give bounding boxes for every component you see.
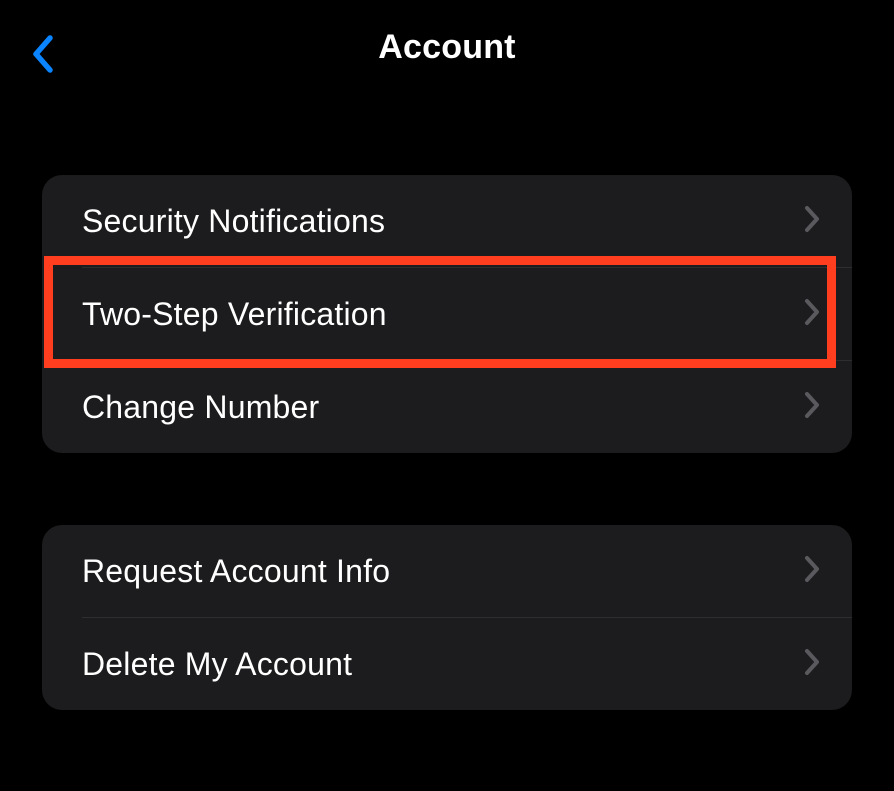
settings-section-2: Request Account Info Delete My Account: [42, 525, 852, 710]
chevron-right-icon: [804, 391, 820, 424]
row-label: Delete My Account: [82, 646, 352, 683]
chevron-left-icon: [30, 34, 54, 79]
chevron-right-icon: [804, 298, 820, 331]
row-delete-my-account[interactable]: Delete My Account: [42, 618, 852, 710]
row-change-number[interactable]: Change Number: [42, 361, 852, 453]
chevron-right-icon: [804, 555, 820, 588]
chevron-right-icon: [804, 205, 820, 238]
row-two-step-verification[interactable]: Two-Step Verification: [42, 268, 852, 360]
chevron-right-icon: [804, 648, 820, 681]
row-label: Security Notifications: [82, 203, 385, 240]
row-label: Request Account Info: [82, 553, 390, 590]
page-title: Account: [378, 28, 515, 67]
content: Security Notifications Two-Step Verifica…: [0, 95, 894, 710]
row-request-account-info[interactable]: Request Account Info: [42, 525, 852, 617]
row-label: Change Number: [82, 389, 319, 426]
nav-bar: Account: [0, 0, 894, 95]
row-security-notifications[interactable]: Security Notifications: [42, 175, 852, 267]
settings-section-1: Security Notifications Two-Step Verifica…: [42, 175, 852, 453]
back-button[interactable]: [22, 36, 62, 76]
row-label: Two-Step Verification: [82, 296, 387, 333]
